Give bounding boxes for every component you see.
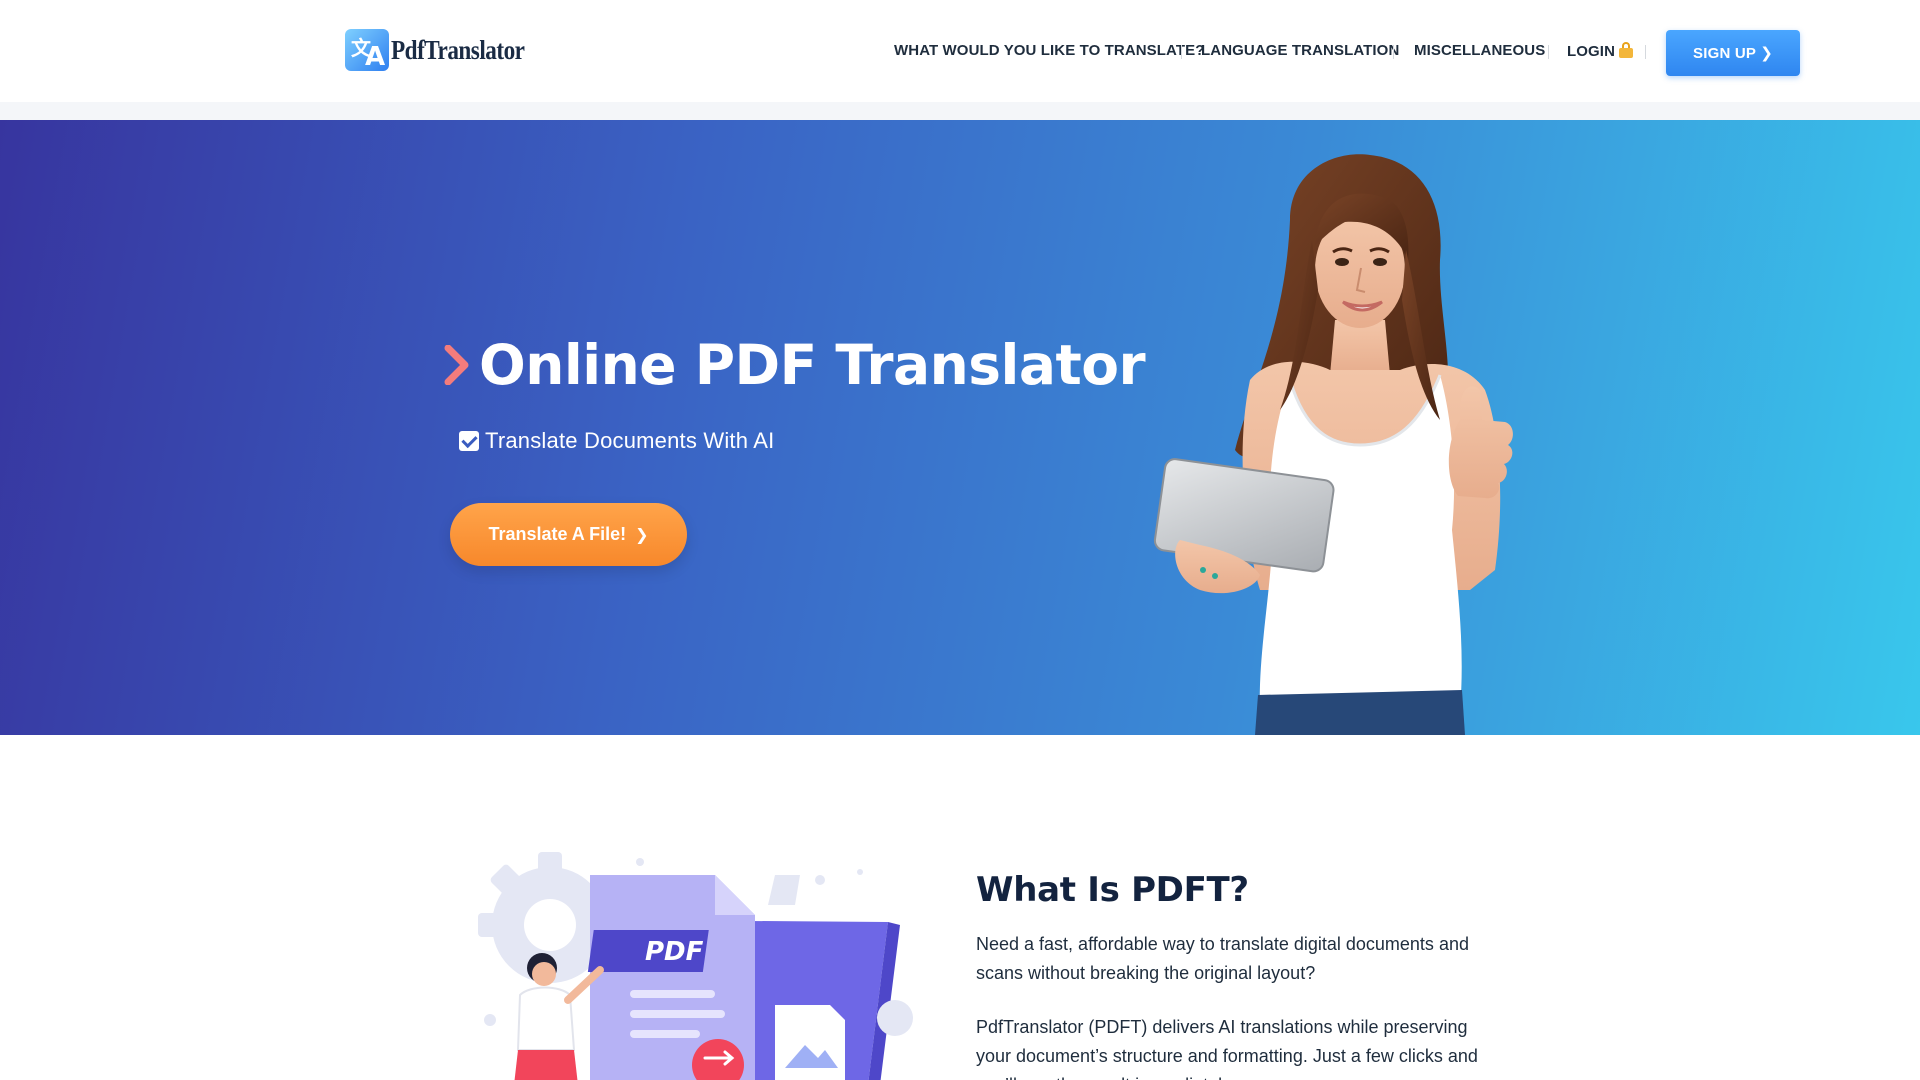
nav-item-what-to-translate[interactable]: WHAT WOULD YOU LIKE TO TRANSLATE? <box>894 42 1205 59</box>
hero-heading: Online PDF Translator <box>443 333 1146 397</box>
header-divider-strip <box>0 102 1920 120</box>
lock-icon <box>1619 42 1633 58</box>
nav-divider <box>1181 45 1182 59</box>
about-title: What Is PDFT? <box>976 870 1249 910</box>
translate-file-button[interactable]: Translate A File! ❯ <box>450 503 687 566</box>
logo[interactable]: 文A PdfTranslator <box>345 29 546 71</box>
nav-item-login[interactable]: LOGIN <box>1567 42 1633 60</box>
about-paragraph: Need a fast, affordable way to translate… <box>976 934 1469 983</box>
pdf-label: PDF <box>645 937 704 967</box>
nav-item-miscellaneous[interactable]: MISCELLANEOUS <box>1414 42 1545 59</box>
hero-person-image <box>1153 154 1513 735</box>
nav-item-language-translation[interactable]: LANGUAGE TRANSLATION <box>1201 42 1399 59</box>
pdf-translation-illustration: PDF <box>478 852 913 1080</box>
hero-banner: Online PDF Translator Translate Document… <box>0 120 1920 735</box>
checkbox-checked-icon <box>459 431 479 451</box>
chevron-right-icon <box>444 345 469 385</box>
logo-text: PdfTranslator <box>391 34 525 65</box>
hero-subtitle: Translate Documents With AI <box>459 428 774 454</box>
chevron-right-icon: ❯ <box>635 526 649 544</box>
hero-title: Online PDF Translator <box>479 333 1146 397</box>
nav-divider <box>1645 45 1646 59</box>
nav-divider <box>1393 45 1394 59</box>
nav-divider <box>1548 45 1549 59</box>
site-header: 文A PdfTranslator WHAT WOULD YOU LIKE TO … <box>0 0 1920 102</box>
translate-icon: 文A <box>345 29 389 71</box>
about-paragraph: PdfTranslator (PDFT) delivers AI transla… <box>976 1017 1478 1080</box>
hero-subtitle-text: Translate Documents With AI <box>485 428 775 453</box>
cta-label: Translate A File! <box>488 524 627 544</box>
login-label: LOGIN <box>1567 43 1615 60</box>
signup-button[interactable]: SIGN UP ❯ <box>1666 30 1800 76</box>
